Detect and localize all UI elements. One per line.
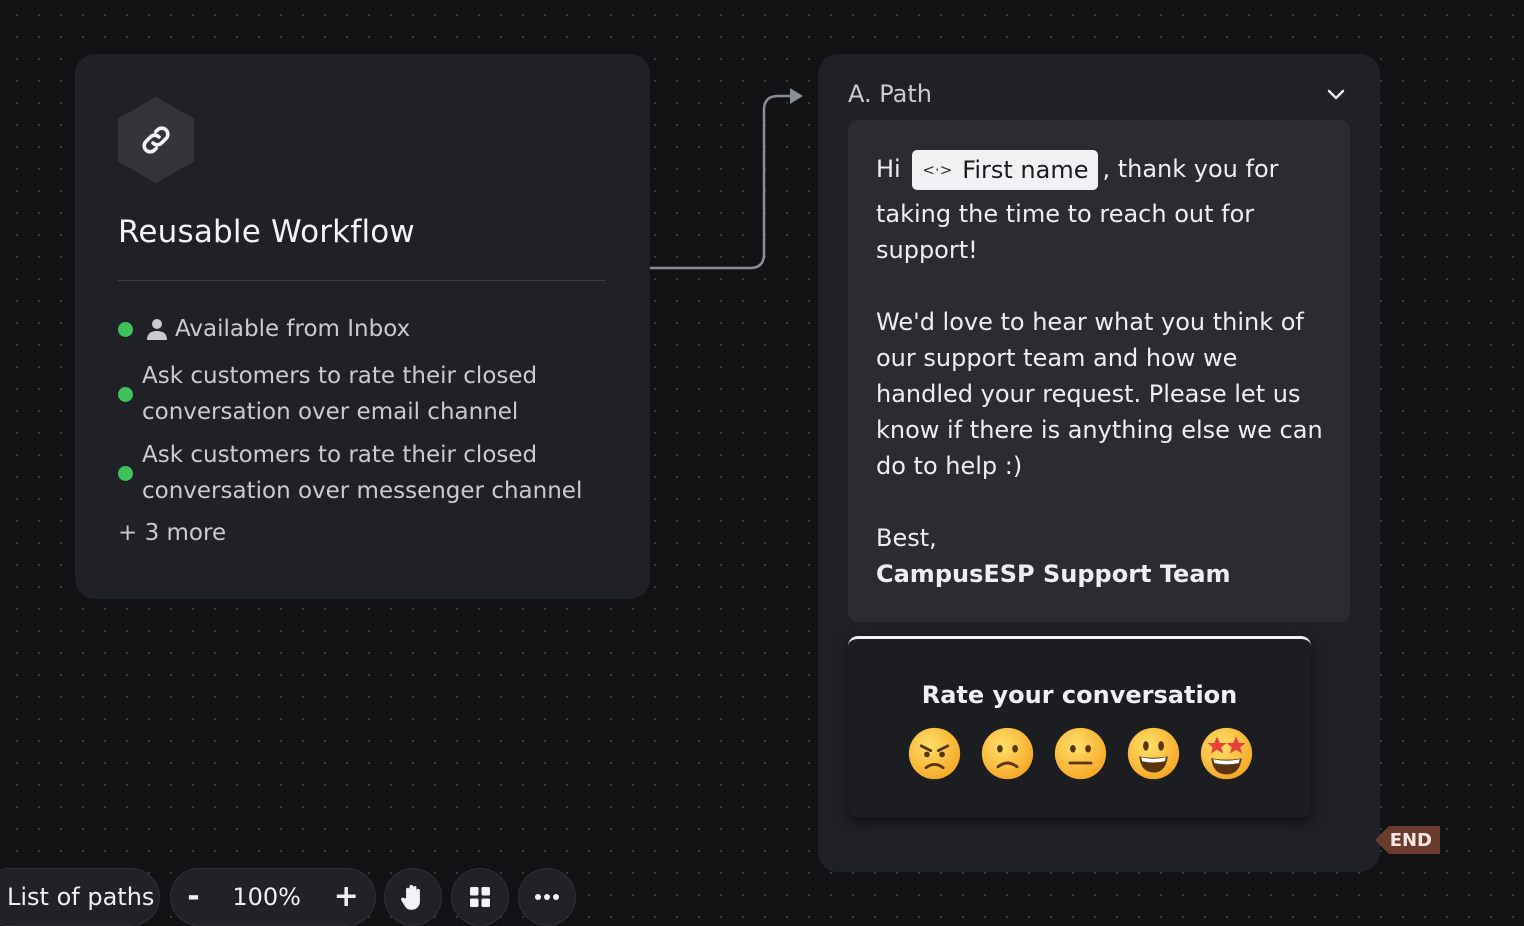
workflow-title: Reusable Workflow — [118, 214, 415, 250]
star-struck-face-icon[interactable] — [1198, 725, 1255, 782]
description-messenger: Ask customers to rate their closed conve… — [118, 437, 582, 509]
zoom-in-button[interactable]: + — [334, 882, 359, 912]
grinning-face-icon[interactable] — [1125, 725, 1182, 782]
user-icon — [147, 319, 167, 340]
rating-emojis — [906, 725, 1255, 782]
message-greeting-line: Hi <·> First name , thank you for — [876, 150, 1279, 190]
slightly-frowning-face-icon[interactable] — [979, 725, 1036, 782]
chevron-down-icon[interactable] — [1326, 84, 1346, 104]
list-of-paths-button[interactable]: List of paths — [0, 868, 160, 926]
greeting-text: Hi — [876, 155, 901, 183]
layout-tool-button[interactable] — [451, 868, 509, 926]
message-line: know if there is anything else we can — [876, 416, 1323, 444]
link-icon — [118, 97, 194, 183]
status-dot — [118, 321, 133, 337]
attribute-label: First name — [962, 156, 1089, 184]
rating-widget: Rate your conversation — [848, 636, 1311, 817]
message-line: do to help :) — [876, 452, 1023, 480]
hand-icon — [401, 884, 420, 910]
list-of-paths-label: List of paths — [7, 883, 155, 911]
description-line: conversation over messenger channel — [142, 478, 583, 504]
attribute-chip[interactable]: <·> First name — [912, 150, 1099, 190]
status-dot — [118, 386, 133, 402]
description-line: Ask customers to rate their closed — [142, 442, 538, 468]
description-email: Ask customers to rate their closed conve… — [118, 358, 537, 430]
rating-title: Rate your conversation — [921, 681, 1238, 709]
hand-tool-button[interactable] — [384, 868, 442, 926]
message-line: handled your request. Please let us — [876, 380, 1301, 408]
divider — [118, 280, 606, 281]
message-line: Best, — [876, 524, 937, 552]
greeting-rest-text: , thank you for — [1102, 155, 1279, 183]
zoom-control: - 100% + — [170, 868, 376, 926]
attribute-icon: <·> — [922, 161, 953, 179]
path-title: A. Path — [848, 80, 932, 108]
workflow-card[interactable]: Reusable Workflow Available from Inbox A… — [75, 54, 650, 599]
message-signature: CampusESP Support Team — [876, 560, 1231, 588]
availability-row: Available from Inbox — [118, 316, 410, 342]
zoom-out-button[interactable]: - — [187, 882, 199, 912]
path-card[interactable]: A. Path Hi <·> First name , thank you fo… — [818, 54, 1380, 872]
status-dot — [118, 465, 133, 481]
description-line: conversation over email channel — [142, 399, 519, 425]
message-line: our support team and how we — [876, 344, 1238, 372]
message-line: taking the time to reach out for — [876, 200, 1255, 228]
zoom-level: 100% — [232, 883, 301, 911]
message-line: We'd love to hear what you think of — [876, 308, 1304, 336]
grid-icon — [470, 887, 490, 907]
message-line: support! — [876, 236, 978, 264]
neutral-face-icon[interactable] — [1052, 725, 1109, 782]
more-options-button[interactable] — [518, 868, 576, 926]
angry-face-icon[interactable] — [906, 725, 963, 782]
description-line: Ask customers to rate their closed — [142, 363, 538, 389]
availability-text: Available from Inbox — [175, 316, 411, 342]
message-bubble[interactable]: Hi <·> First name , thank you for taking… — [848, 120, 1350, 622]
more-link[interactable]: + 3 more — [118, 520, 226, 546]
more-icon — [535, 894, 559, 900]
